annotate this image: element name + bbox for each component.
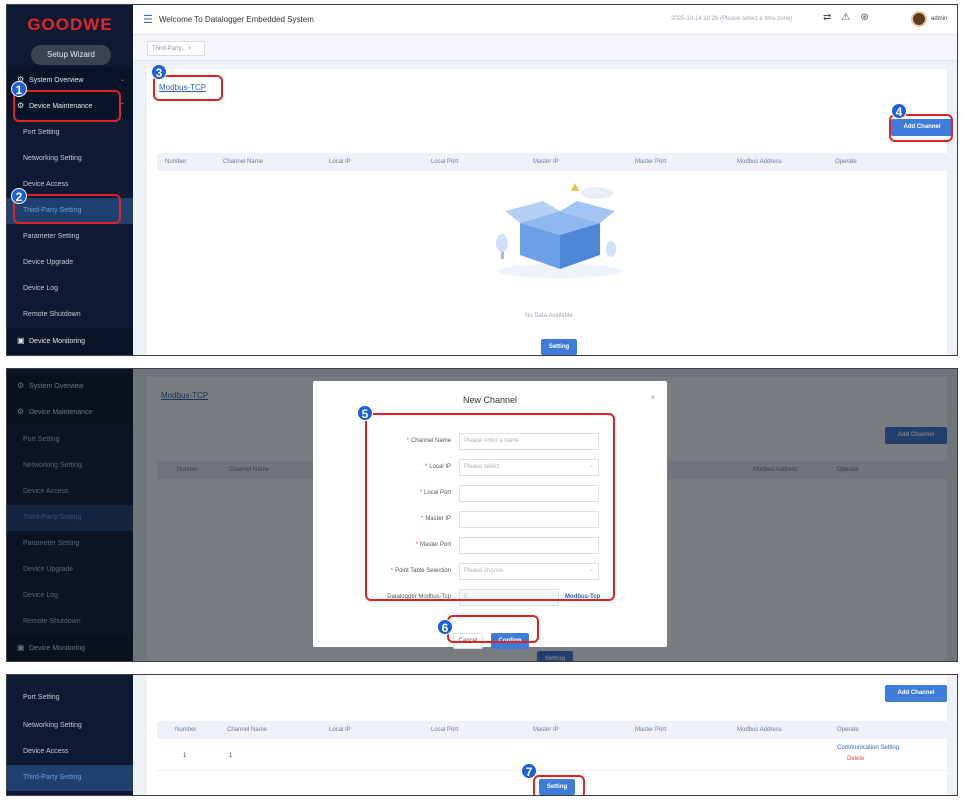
setting-button[interactable]: Setting: [541, 339, 577, 355]
table-row: 1 1 Communication Setting Delete: [157, 741, 947, 771]
column-header: Number: [165, 159, 187, 165]
timestamp[interactable]: 2025-10-14 10:26 (Please select a time z…: [671, 16, 792, 22]
column-header: Master IP: [533, 159, 559, 165]
toolbar-icons[interactable]: ⇄⚠⊛: [823, 12, 879, 23]
highlight-device-maintenance: [13, 90, 121, 122]
highlight-third-party-setting: [13, 194, 121, 224]
step-badge-6: 6: [437, 619, 453, 635]
column-header: Local IP: [329, 727, 351, 733]
add-channel-button[interactable]: Add Channel: [885, 685, 947, 702]
monitor-icon: ▣: [17, 336, 25, 345]
delete-link[interactable]: Delete: [847, 756, 864, 762]
sidebar-item-label: System Overview: [29, 77, 84, 84]
column-header: Master Port: [635, 727, 667, 733]
column-header: Local IP: [329, 159, 351, 165]
step-badge-7: 7: [521, 763, 537, 779]
highlight-setting-button: [533, 775, 585, 795]
empty-box-illustration: [496, 183, 622, 278]
settings-icon[interactable]: ⊛: [860, 12, 878, 23]
tab-third-party[interactable]: Third-Party... ×: [147, 41, 205, 56]
table-header: Number Channel Name Local IP Local Port …: [157, 153, 947, 171]
column-header: Modbus Address: [737, 159, 782, 165]
column-header: Operate: [835, 159, 857, 165]
sidebar-item-networking-setting[interactable]: Networking Setting: [7, 713, 133, 739]
sidebar: GOODWE Setup Wizard ⚙ System Overview ⌄ ⚙ D…: [7, 5, 133, 355]
sidebar-item-parameter-setting[interactable]: Parameter Setting: [7, 224, 133, 250]
avatar[interactable]: [911, 11, 927, 27]
sidebar-item-device-upgrade[interactable]: Device Upgrade: [7, 250, 133, 276]
column-header: Local Port: [431, 727, 459, 733]
panel-step-1: GOODWE Setup Wizard ⚙ System Overview ⌄ ⚙ D…: [6, 4, 958, 356]
column-header: Number: [175, 727, 197, 733]
sidebar-item-device-access[interactable]: Device Access: [7, 739, 133, 765]
setup-wizard-button[interactable]: Setup Wizard: [31, 45, 111, 65]
panel-step-3: Port Setting Networking Setting Device A…: [6, 674, 958, 796]
cell-channel-name: 1: [229, 753, 233, 759]
step-badge-5: 5: [357, 405, 373, 421]
communication-setting-link[interactable]: Communication Setting: [837, 745, 899, 751]
step-badge-1: 1: [11, 81, 27, 97]
welcome-title: Welcome To Datalogger Embedded System: [159, 15, 314, 24]
sidebar: Port Setting Networking Setting Device A…: [7, 675, 133, 795]
close-icon[interactable]: ×: [188, 46, 192, 52]
column-header: Master Port: [635, 159, 667, 165]
panel-step-2: ⚙System Overview ⚙Device Maintenance Por…: [6, 368, 958, 662]
column-header: Channel Name: [227, 727, 268, 733]
highlight-dialog-buttons: [447, 615, 539, 643]
sidebar-item-port-setting[interactable]: Port Setting: [7, 120, 133, 146]
sidebar-item-device-log[interactable]: Device Log: [7, 276, 133, 302]
column-header: Channel Name: [223, 159, 264, 165]
highlight-modbus-tab: [153, 75, 223, 101]
sidebar-item-device-monitoring[interactable]: ▣ Device Monitoring: [7, 328, 133, 354]
tab-bar: Third-Party... ×: [133, 35, 957, 61]
sidebar-item-third-party-setting[interactable]: Third-Party Setting: [7, 765, 133, 791]
brand-logo: GOODWE: [27, 15, 113, 34]
menu-icon[interactable]: ☰: [143, 13, 153, 26]
sidebar-item-remote-shutdown[interactable]: Remote Shutdown: [7, 302, 133, 328]
dialog-title: New Channel: [462, 395, 518, 405]
column-header: Local Port: [431, 159, 459, 165]
user-menu[interactable]: admin: [931, 16, 947, 22]
step-badge-3: 3: [151, 64, 167, 80]
sidebar-item-label: Device Monitoring: [29, 338, 86, 345]
no-data-text: No Data Available: [525, 313, 573, 319]
bell-icon[interactable]: ⚠: [841, 12, 860, 23]
tab-label: Third-Party...: [152, 46, 187, 52]
step-badge-2: 2: [11, 188, 27, 204]
close-icon[interactable]: ×: [650, 393, 655, 402]
sidebar-item-networking-setting[interactable]: Networking Setting: [7, 146, 133, 172]
cell-number: 1: [183, 753, 187, 759]
step-badge-4: 4: [891, 103, 907, 119]
main-content: Modbus-TCP Add Channel Number Channel Na…: [147, 69, 953, 355]
column-header: Master IP: [533, 727, 559, 733]
highlight-form: [365, 413, 615, 601]
table-header: Number Channel Name Local IP Local Port …: [157, 721, 947, 739]
sidebar-item-port-setting[interactable]: Port Setting: [7, 685, 133, 711]
column-header: Modbus Address: [737, 727, 782, 733]
column-header: Operate: [837, 727, 859, 733]
top-bar: ☰ Welcome To Datalogger Embedded System …: [133, 5, 957, 35]
network-icon[interactable]: ⇄: [823, 12, 841, 23]
chevron-down-icon: ⌄: [119, 77, 125, 83]
